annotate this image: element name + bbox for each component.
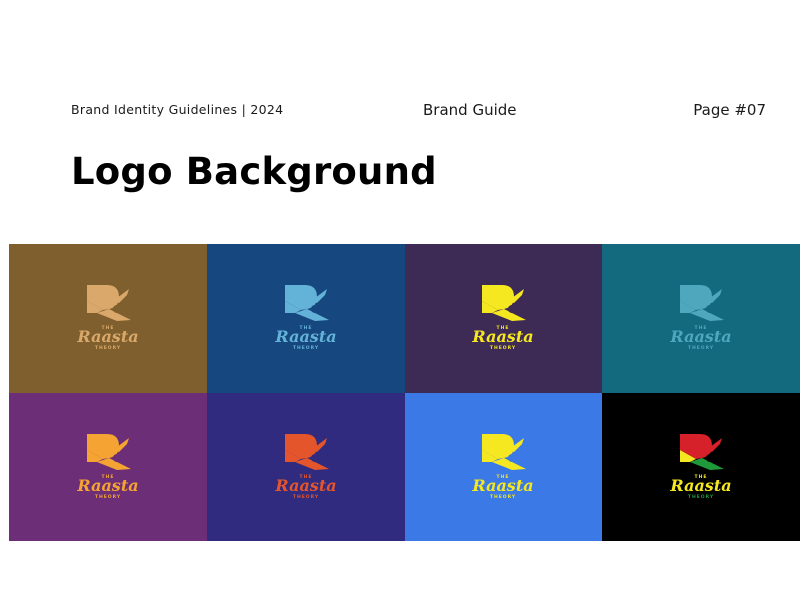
- logo-wordmark: Raasta: [670, 327, 732, 346]
- logo-tile-2: THE Raasta THEORY: [206, 244, 405, 393]
- logo-icon: THERaastaTHEORY: [670, 433, 732, 500]
- logo-icon: THERaastaTHEORY: [76, 433, 138, 500]
- guide-label: Brand Guide: [423, 101, 517, 119]
- logo-icon: THERaastaTHEORY: [274, 285, 336, 351]
- logo-text-theory: THEORY: [293, 345, 319, 351]
- logo-icon: THERaastaTHEORY: [274, 433, 336, 500]
- logo-tile-6: THE Raasta THEORY: [206, 392, 405, 541]
- page-title: Logo Background: [71, 150, 437, 193]
- logo-tile-7: THE Raasta THEORY: [404, 392, 603, 541]
- logo-text-theory: THEORY: [490, 494, 516, 500]
- logo-tile-5: THE Raasta THEORY: [9, 392, 207, 541]
- logo-wordmark: Raasta: [76, 476, 138, 495]
- logo-tile-8: THE Raasta THEORY: [602, 392, 800, 541]
- document-subtitle: Brand Identity Guidelines | 2024: [71, 102, 284, 117]
- logo-icon: THERaastaTHEORY: [670, 285, 732, 351]
- logo-wordmark: Raasta: [472, 476, 534, 495]
- logo-tile-1: THE Raasta THEORY: [9, 244, 207, 393]
- logo-text-theory: THEORY: [688, 494, 714, 500]
- logo-tile-4: THE Raasta THEORY: [602, 244, 800, 393]
- logo-wordmark: Raasta: [76, 327, 138, 346]
- logo-text-theory: THEORY: [490, 345, 516, 351]
- logo-background-grid: THE Raasta THEORY THE Raasta THEORY THE Raast…: [9, 244, 800, 541]
- logo-wordmark: Raasta: [472, 327, 534, 346]
- logo-wordmark: Raasta: [274, 476, 336, 495]
- logo-text-theory: THEORY: [688, 345, 714, 351]
- logo-text-theory: THEORY: [95, 494, 121, 500]
- logo-text-theory: THEORY: [95, 345, 121, 351]
- logo-icon: THERaastaTHEORY: [76, 285, 138, 351]
- page-number: Page #07: [693, 101, 766, 119]
- logo-text-theory: THEORY: [293, 494, 319, 500]
- logo-icon: THERaastaTHEORY: [472, 285, 534, 351]
- logo-wordmark: Raasta: [274, 327, 336, 346]
- logo-tile-3: THE Raasta THEORY: [404, 244, 603, 393]
- logo-wordmark: Raasta: [670, 476, 732, 495]
- logo-icon: THERaastaTHEORY: [472, 433, 534, 500]
